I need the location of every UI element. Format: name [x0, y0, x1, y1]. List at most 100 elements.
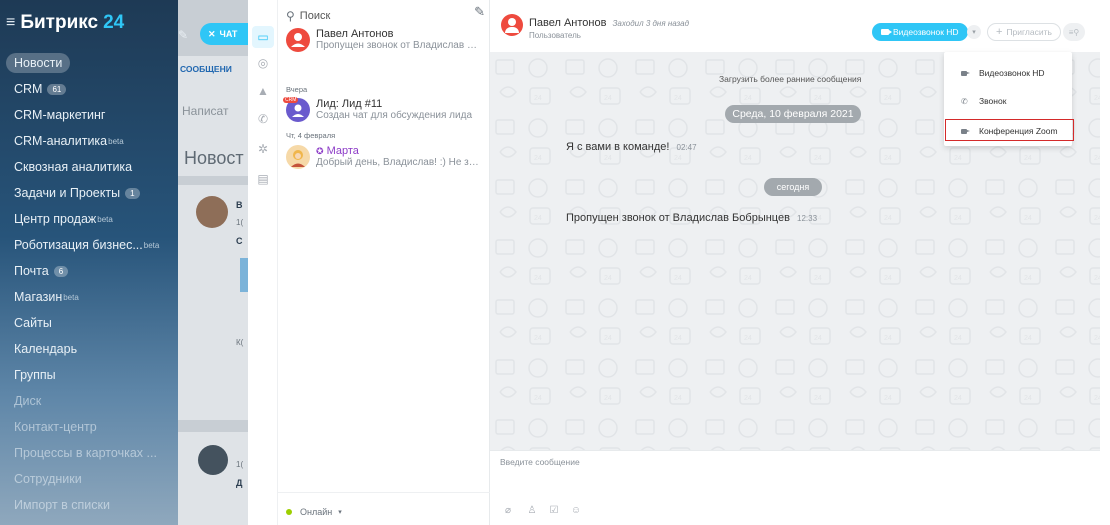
video-call-button[interactable]: Видеозвонок HD — [872, 23, 968, 41]
nav-item[interactable]: CRM-аналитика beta — [0, 128, 178, 154]
message-text: Я с вами в команде! — [566, 141, 670, 153]
nav-item[interactable]: Магазин beta — [0, 284, 178, 310]
bg-tab-label: СООБЩЕНИ — [180, 64, 232, 74]
chat-search-button[interactable]: ≡⚲ — [1063, 23, 1085, 41]
bg-avatar — [196, 196, 228, 228]
chats-icon[interactable]: ▭ — [252, 26, 274, 48]
nav-item[interactable]: Сайты — [0, 310, 178, 336]
chat-avatar[interactable] — [501, 14, 523, 36]
invite-button[interactable]: + Пригласить — [987, 23, 1061, 41]
nav-item[interactable]: Сотрудники — [0, 466, 178, 492]
nav-item[interactable]: Почта 6 — [0, 258, 178, 284]
recent-item-preview: Создан чат для обсуждения лида — [316, 110, 473, 121]
message-time: 12:33 — [797, 214, 818, 223]
close-chat-button[interactable]: ✕ ЧАТ — [200, 23, 248, 45]
nav-item[interactable]: Календарь — [0, 336, 178, 362]
chat-title[interactable]: Павел Антонов Заходил 3 дня назад — [529, 17, 689, 29]
nav-item[interactable]: Процессы в карточках ... — [0, 440, 178, 466]
bg-letter: Д — [236, 478, 243, 488]
menu-item-video-call[interactable]: Видеозвонок HD — [944, 62, 1072, 84]
notifications-bell-icon[interactable]: ▲ — [252, 80, 274, 102]
chevron-down-icon: ▾ — [338, 509, 342, 516]
settings-gear-icon[interactable]: ✲ — [252, 138, 274, 160]
search-input[interactable]: Поиск — [300, 10, 330, 22]
section-date: Вчера — [286, 85, 308, 94]
nav-item-label: Календарь — [14, 342, 78, 356]
new-chat-compose-icon[interactable]: ✎ — [474, 4, 485, 20]
invite-label: Пригласить — [1006, 27, 1052, 37]
load-earlier-link[interactable]: Загрузить более ранние сообщения — [719, 74, 861, 84]
bg-letter: К( — [236, 338, 244, 347]
search-icon: ⚲ — [286, 9, 295, 23]
attach-file-icon[interactable]: ⌀ — [502, 504, 514, 516]
brand-logo-text: Битрикс — [20, 12, 99, 33]
phone-icon[interactable]: ✆ — [252, 108, 274, 130]
background-page: ✎ ✕ ЧАТ СООБЩЕНИ Написат Новост В 1( С К… — [178, 0, 248, 525]
nav-item[interactable]: Центр продаж beta — [0, 206, 178, 232]
nav-item-label: Контакт-центр — [14, 420, 97, 434]
nav-item-label: Почта — [14, 264, 49, 278]
nav-item-label: Импорт в списки — [14, 498, 110, 512]
nav-item[interactable]: Сквозная аналитика — [0, 154, 178, 180]
chat-user-name: Павел Антонов — [529, 17, 607, 29]
nav-item-label: Процессы в карточках ... — [14, 446, 157, 460]
recent-item-preview: Пропущен звонок от Владислав Бо... — [316, 40, 481, 51]
nav-item[interactable]: Задачи и Проекты 1 — [0, 180, 178, 206]
nav-item[interactable]: Диск — [0, 388, 178, 414]
nav-list: Новости CRM 61 CRM-маркетинг CRM-аналитика be… — [0, 46, 178, 518]
edit-format-icon[interactable]: ☑ — [548, 504, 560, 516]
crm-badge: CRM — [283, 97, 299, 103]
search-list-icon: ≡⚲ — [1068, 27, 1080, 37]
nav-item-label: CRM-маркетинг — [14, 108, 106, 122]
smile-icon[interactable]: ☺ — [570, 504, 582, 516]
close-icon: ✕ — [208, 28, 216, 39]
message-text: Пропущен звонок от Владислав Бобрынцев — [566, 212, 790, 224]
brand-logo-number: 24 — [103, 12, 125, 33]
video-call-label: Видеозвонок HD — [893, 27, 959, 37]
recent-item[interactable]: CRM Лид: Лид #11 Создан чат для обсужден… — [283, 97, 486, 128]
chat-message: Пропущен звонок от Владислав Бобрынцев 1… — [566, 212, 817, 224]
close-chat-label: ЧАТ — [219, 29, 238, 39]
call-menu-toggle[interactable]: ▾ — [967, 25, 981, 39]
nav-item[interactable]: Контакт-центр — [0, 414, 178, 440]
bg-letter: 1( — [236, 460, 244, 469]
user-avatar — [286, 145, 310, 169]
status-selector[interactable]: Онлайн ▾ — [286, 507, 342, 517]
phone-icon: ✆ — [961, 96, 968, 106]
nav-item-label: Группы — [14, 368, 56, 382]
beta-tag: beta — [97, 214, 113, 224]
person-mention-icon[interactable]: ♙ — [526, 504, 538, 516]
message-input-area[interactable]: Введите сообщение ⌀ ♙ ☑ ☺ — [490, 450, 1100, 525]
menu-item-call[interactable]: ✆ Звонок — [944, 90, 1072, 112]
lead-avatar: CRM — [283, 97, 310, 122]
recent-item[interactable]: Павел Антонов Пропущен звонок от Владисл… — [286, 28, 486, 58]
pencil-icon: ✎ — [178, 28, 189, 42]
nav-item-label: Диск — [14, 394, 42, 408]
person-photo-icon — [291, 150, 305, 167]
open-lines-icon[interactable]: ◎ — [252, 52, 274, 74]
nav-item-label: CRM — [14, 82, 43, 96]
beta-tag: beta — [63, 292, 79, 302]
zoom-highlight-box — [945, 119, 1074, 141]
recent-item[interactable]: ✪ Марта Добрый день, Владислав! :) Не за… — [286, 145, 486, 175]
nav-item-label: Сотрудники — [14, 472, 82, 486]
menu-burger-icon[interactable]: ≡ — [6, 14, 15, 32]
nav-item[interactable]: Новости — [0, 50, 178, 76]
chevron-down-icon: ▾ — [972, 29, 976, 36]
nav-item[interactable]: Группы — [0, 362, 178, 388]
nav-item[interactable]: Импорт в списки — [0, 492, 178, 518]
video-camera-icon — [961, 70, 971, 76]
search-bar[interactable]: ⚲ Поиск — [286, 6, 482, 26]
beta-tag: beta — [108, 136, 124, 146]
counter-badge: 1 — [125, 187, 140, 199]
nav-item[interactable]: Роботизация бизнес... beta — [0, 232, 178, 258]
nav-item[interactable]: CRM 61 — [0, 76, 178, 102]
menu-item-label: Звонок — [979, 96, 1007, 106]
bg-letter: С — [236, 236, 243, 246]
nav-item[interactable]: CRM-маркетинг — [0, 102, 178, 128]
bg-avatar-2 — [198, 445, 228, 475]
message-input[interactable]: Введите сообщение — [500, 457, 580, 467]
chat-message: Я с вами в команде! 02:47 — [566, 141, 697, 153]
user-avatar — [286, 28, 310, 52]
notes-icon[interactable]: ▤ — [252, 168, 274, 190]
